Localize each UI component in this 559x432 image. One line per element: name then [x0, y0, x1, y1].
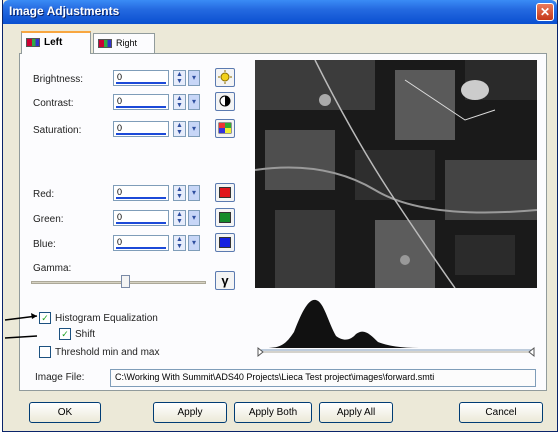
apply-both-button[interactable]: Apply Both — [234, 402, 312, 423]
cancel-button[interactable]: Cancel — [459, 402, 543, 423]
window-title: Image Adjustments — [9, 4, 120, 18]
contrast-label: Contrast: — [33, 98, 74, 109]
apply-button[interactable]: Apply — [153, 402, 227, 423]
histogram-equalization-checkbox[interactable]: ✓ — [39, 312, 51, 324]
close-button[interactable]: ✕ — [536, 3, 554, 21]
shift-checkbox[interactable]: ✓ — [59, 328, 71, 340]
image-file-label: Image File: — [35, 372, 85, 383]
gamma-slider-track[interactable] — [31, 281, 206, 284]
threshold-label: Threshold min and max — [55, 347, 160, 358]
annotation-arrows — [4, 313, 38, 339]
contrast-icon — [219, 95, 231, 107]
image-file-path[interactable]: C:\Working With Summit\ADS40 Projects\Li… — [110, 369, 536, 387]
contrast-field[interactable]: 0 — [113, 94, 169, 110]
blue-swatch — [219, 237, 231, 248]
blue-dropdown[interactable]: ▾ — [188, 235, 200, 251]
blue-color-button[interactable] — [215, 233, 235, 252]
saturation-field[interactable]: 0 — [113, 121, 169, 137]
shift-label: Shift — [75, 329, 96, 340]
range-max-thumb[interactable] — [528, 346, 535, 358]
tab-left[interactable]: Left — [21, 31, 91, 54]
saturation-spinner[interactable]: ▲ ▼ — [173, 121, 186, 137]
image-preview — [255, 60, 537, 288]
histogram-equalization-label: Histogram Equalization — [55, 313, 158, 324]
saturation-label: Saturation: — [33, 125, 82, 136]
green-dropdown[interactable]: ▾ — [188, 210, 200, 226]
gamma-button[interactable]: γ — [215, 271, 235, 290]
gamma-label: Gamma: — [33, 263, 72, 274]
brightness-spinner[interactable]: ▲ ▼ — [173, 70, 186, 86]
blue-spinner[interactable]: ▲ ▼ — [173, 235, 186, 251]
ok-button[interactable]: OK — [29, 402, 101, 423]
red-label: Red: — [33, 189, 55, 200]
image-adjustments-dialog: Image Adjustments ✕ Left Right Brightnes… — [2, 0, 558, 432]
contrast-spinner[interactable]: ▲ ▼ — [173, 94, 186, 110]
range-min-thumb[interactable] — [257, 346, 264, 358]
saturation-dropdown[interactable]: ▾ — [188, 121, 200, 137]
tab-left-label: Left — [44, 37, 63, 48]
red-spinner[interactable]: ▲ ▼ — [173, 185, 186, 201]
saturation-button[interactable] — [215, 119, 235, 138]
green-label: Green: — [33, 214, 64, 225]
sun-icon — [218, 70, 232, 84]
blue-field[interactable]: 0 — [113, 235, 169, 251]
green-spinner[interactable]: ▲ ▼ — [173, 210, 186, 226]
tab-right-icon — [98, 39, 112, 48]
threshold-checkbox[interactable] — [39, 346, 51, 358]
title-bar[interactable]: Image Adjustments ✕ — [3, 0, 557, 24]
tab-left-icon — [26, 38, 40, 47]
green-color-button[interactable] — [215, 208, 235, 227]
blue-label: Blue: — [33, 239, 56, 250]
brightness-button[interactable] — [215, 68, 235, 87]
green-swatch — [219, 212, 231, 223]
apply-all-button[interactable]: Apply All — [319, 402, 393, 423]
red-color-button[interactable] — [215, 183, 235, 202]
red-swatch — [219, 187, 231, 198]
contrast-dropdown[interactable]: ▾ — [188, 94, 200, 110]
tab-right-label: Right — [116, 38, 138, 48]
brightness-dropdown[interactable]: ▾ — [188, 70, 200, 86]
green-field[interactable]: 0 — [113, 210, 169, 226]
tab-right[interactable]: Right — [93, 33, 155, 53]
histogram-range-slider[interactable] — [256, 346, 538, 362]
contrast-button[interactable] — [215, 92, 235, 111]
red-dropdown[interactable]: ▾ — [188, 185, 200, 201]
red-field[interactable]: 0 — [113, 185, 169, 201]
aerial-image — [255, 60, 537, 288]
gamma-slider-thumb[interactable] — [121, 275, 130, 288]
saturation-icon — [218, 122, 232, 134]
brightness-field[interactable]: 0 — [113, 70, 169, 86]
brightness-label: Brightness: — [33, 74, 84, 85]
